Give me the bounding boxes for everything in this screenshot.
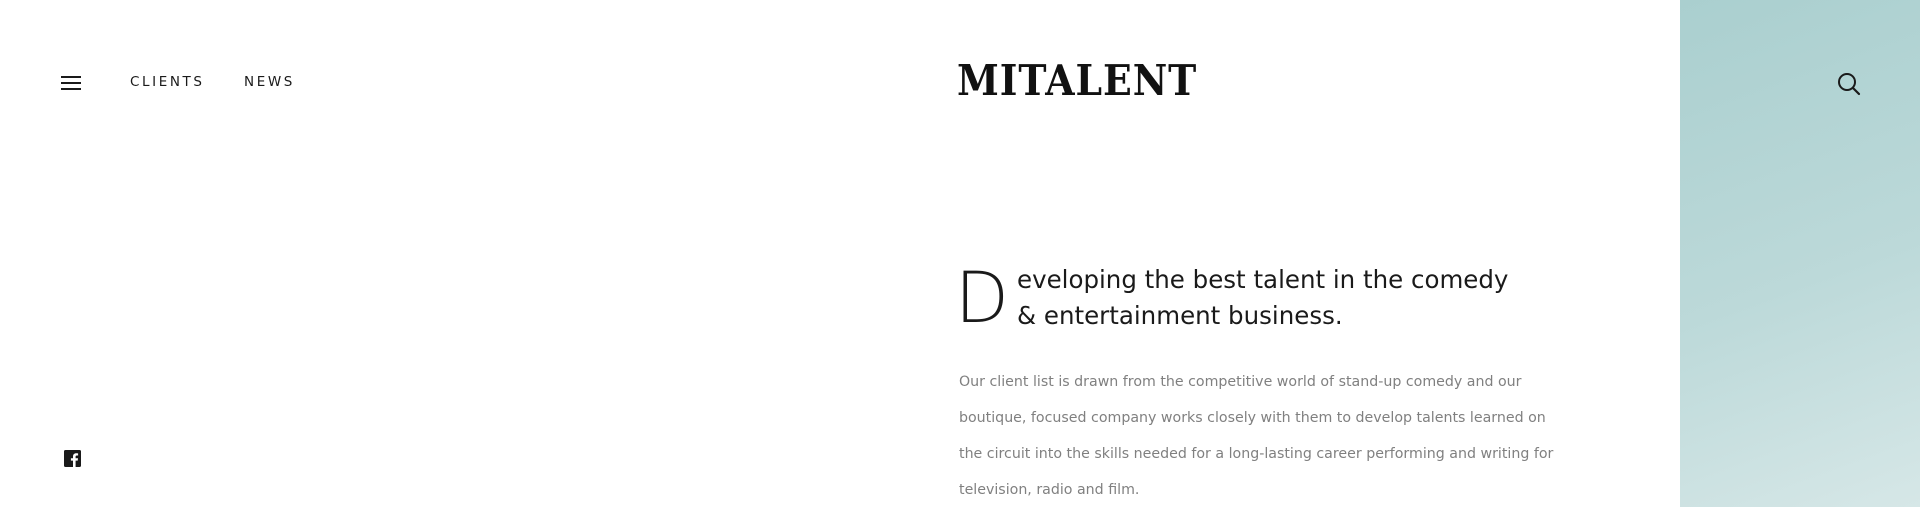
nav-link-news[interactable]: NEWS: [244, 74, 295, 90]
headline-drop-cap: D: [955, 257, 1009, 339]
page: CLIENTS NEWS MITALENT D eveloping the be…: [0, 0, 1920, 507]
headline-text: eveloping the best talent in the comedy …: [1017, 265, 1509, 330]
search-icon[interactable]: [1836, 71, 1862, 97]
hero-body-text: Our client list is drawn from the compet…: [959, 374, 1554, 498]
site-logo[interactable]: MITALENT: [957, 57, 1197, 105]
decorative-side-panel: [1680, 0, 1920, 507]
hamburger-line: [61, 88, 81, 90]
hamburger-line: [61, 82, 81, 84]
hamburger-line: [61, 76, 81, 78]
facebook-icon[interactable]: [64, 450, 81, 467]
hamburger-menu-icon[interactable]: [58, 72, 84, 94]
nav-link-clients[interactable]: CLIENTS: [130, 74, 205, 90]
